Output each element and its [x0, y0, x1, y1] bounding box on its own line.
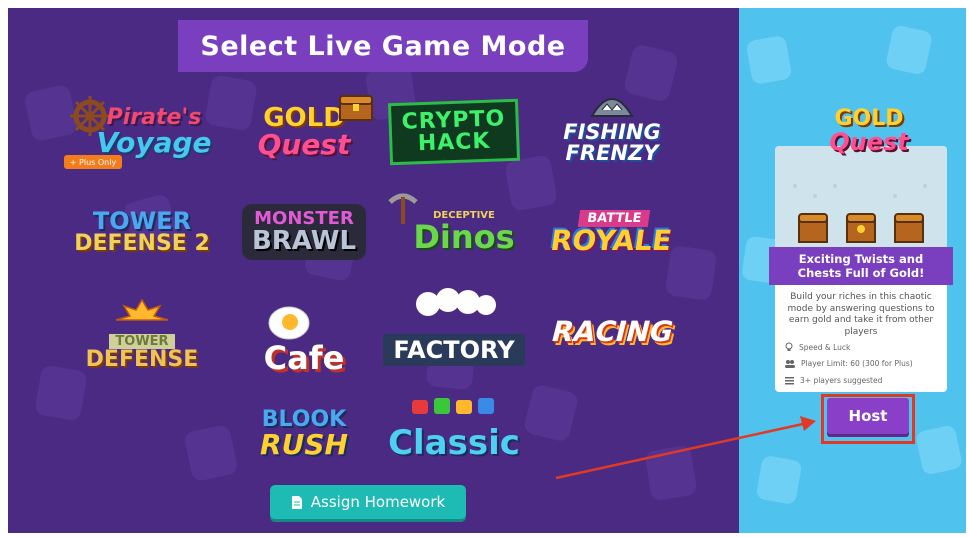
page-title: Select Live Game Mode — [200, 30, 566, 62]
mode-gold-quest[interactable]: GOLD Quest — [230, 88, 378, 176]
host-button[interactable]: Host — [827, 398, 909, 434]
document-icon — [291, 495, 302, 509]
mode-title-line1: FISHING — [563, 120, 661, 144]
mode-racing[interactable]: RACING — [538, 288, 686, 376]
mode-classic[interactable]: Classic — [380, 390, 528, 478]
mode-detail-panel: GOLD Quest Exciting Twists and Chests Fu… — [739, 8, 966, 533]
mode-tower-defense[interactable]: TOWER DEFENSE — [68, 298, 216, 386]
mode-monster-brawl[interactable]: MONSTER BRAWL — [230, 188, 378, 276]
mode-title-line2: RACING — [547, 315, 677, 348]
detail-logo-line2: Quest — [829, 128, 909, 156]
mode-blook-rush[interactable]: BLOOK RUSH — [230, 390, 378, 478]
mode-tagline-banner: Exciting Twists and Chests Full of Gold! — [769, 247, 953, 285]
mode-fishing-frenzy[interactable]: FISHING FRENZY — [538, 88, 686, 176]
mode-title-line1: TOWER — [92, 207, 192, 235]
stat-player-limit: Player Limit: 60 (300 for Plus) — [785, 359, 913, 368]
mode-title-line2: DEFENSE 2 — [74, 231, 210, 256]
mode-title-line2: Cafe — [263, 339, 345, 377]
shark-icon — [590, 98, 634, 117]
mode-title-line2: Dinos — [413, 218, 515, 256]
card-artwork — [775, 146, 947, 248]
assign-homework-label: Assign Homework — [310, 493, 446, 511]
stat-speed-luck: Speed & Luck — [785, 342, 850, 352]
mode-detail-card: Exciting Twists and Chests Full of Gold!… — [769, 146, 953, 392]
assign-homework-button[interactable]: Assign Homework — [270, 485, 466, 519]
mode-title-line2: HACK — [417, 128, 492, 157]
game-mode-screen: Select Live Game Mode Pirate's Voyage + … — [8, 8, 966, 533]
tagline-line2: Chests Full of Gold! — [797, 266, 925, 280]
mode-tower-defense-2[interactable]: TOWER DEFENSE 2 — [68, 188, 216, 276]
egg-icon — [268, 306, 310, 340]
gold-quest-logo: GOLD Quest — [799, 106, 939, 156]
mode-crypto-hack[interactable]: CRYPTO HACK — [380, 88, 528, 176]
mode-title-line2: BRAWL — [251, 226, 357, 256]
stat-players-suggested: 3+ players suggested — [785, 376, 882, 385]
mode-title-line2: Voyage — [96, 126, 212, 159]
mode-title-line2: RUSH — [260, 428, 348, 461]
treasure-chest-icon — [339, 95, 373, 121]
list-icon — [785, 376, 794, 384]
mode-title-line2: FRENZY — [565, 141, 659, 165]
mode-title-line2: Quest — [257, 128, 351, 161]
people-icon — [785, 359, 795, 368]
mode-deceptive-dinos[interactable]: DECEPTIVE Dinos — [380, 188, 528, 276]
lightbulb-icon — [785, 342, 793, 351]
mode-battle-royale[interactable]: BATTLE ROYALE — [538, 188, 686, 276]
mode-title-line2: DEFENSE — [85, 346, 199, 372]
stat-label: Player Limit: 60 (300 for Plus) — [801, 359, 913, 368]
mode-title-line2: Classic — [388, 423, 520, 463]
page-title-bar: Select Live Game Mode — [178, 20, 588, 72]
smoke-cloud-icon — [416, 288, 496, 316]
plus-only-badge: + Plus Only — [64, 155, 122, 169]
explosion-icon — [115, 298, 169, 321]
tagline-line1: Exciting Twists and — [798, 251, 924, 266]
game-mode-panel: Select Live Game Mode Pirate's Voyage + … — [8, 8, 739, 533]
detail-logo-line1: GOLD — [834, 106, 904, 131]
mode-cafe[interactable]: Cafe — [230, 298, 378, 386]
treasure-chests-illustration — [793, 184, 927, 243]
mode-title-line2: FACTORY — [393, 336, 515, 364]
mode-description: Build your riches in this chaotic mode b… — [787, 292, 935, 338]
pickaxe-icon — [388, 193, 418, 224]
mode-title-line2: ROYALE — [548, 223, 674, 257]
stat-label: Speed & Luck — [799, 342, 851, 352]
mode-factory[interactable]: FACTORY — [380, 288, 528, 376]
blocks-icon — [412, 398, 494, 414]
stat-label: 3+ players suggested — [800, 376, 883, 385]
